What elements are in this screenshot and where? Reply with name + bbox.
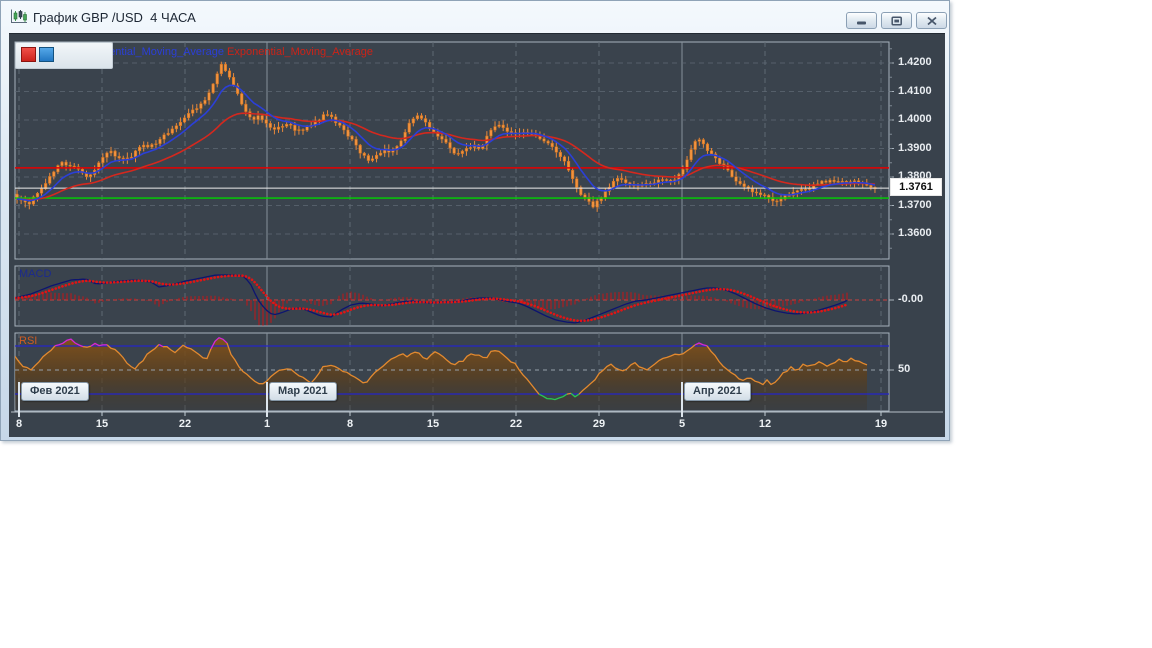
time-axis-label: 8 bbox=[4, 418, 34, 430]
maximize-icon bbox=[891, 16, 903, 26]
month-label: Мар 2021 bbox=[269, 382, 337, 401]
legend-blue-swatch[interactable] bbox=[39, 47, 54, 62]
legend-red-swatch[interactable] bbox=[21, 47, 36, 62]
rsi-axis-value: 50 bbox=[898, 363, 910, 375]
chart-canvas[interactable] bbox=[9, 34, 945, 437]
time-axis-label: 15 bbox=[418, 418, 448, 430]
time-axis-label: 12 bbox=[750, 418, 780, 430]
macd-axis-value: -0.00 bbox=[898, 293, 923, 305]
minimize-button[interactable] bbox=[846, 12, 877, 29]
ema-red-label: Exponential_Moving_Average bbox=[227, 46, 373, 58]
indicator-legend-text: Exponential_Moving_Average Exponential_M… bbox=[78, 46, 373, 58]
close-icon bbox=[927, 16, 937, 25]
price-axis-label: 1.4200 bbox=[898, 56, 946, 68]
price-axis-label: 1.3900 bbox=[898, 142, 946, 154]
time-axis-label: 5 bbox=[667, 418, 697, 430]
candlestick-chart-icon bbox=[9, 9, 29, 25]
month-label: Фев 2021 bbox=[21, 382, 89, 401]
minimize-icon bbox=[856, 16, 868, 25]
time-axis-label: 29 bbox=[584, 418, 614, 430]
current-price-badge: 1.3761 bbox=[890, 178, 942, 196]
month-label: Апр 2021 bbox=[684, 382, 751, 401]
price-axis-label: 1.4000 bbox=[898, 113, 946, 125]
maximize-button[interactable] bbox=[881, 12, 912, 29]
time-axis-label: 15 bbox=[87, 418, 117, 430]
price-axis-label: 1.3600 bbox=[898, 227, 946, 239]
time-axis-label: 22 bbox=[501, 418, 531, 430]
rsi-pane-label: RSI bbox=[19, 335, 37, 347]
price-axis-label: 1.3700 bbox=[898, 199, 946, 211]
close-button[interactable] bbox=[916, 12, 947, 29]
macd-pane-label: MACD bbox=[19, 268, 51, 280]
title-bar[interactable]: График GBP /USD 4 ЧАСА bbox=[1, 1, 949, 33]
window-title: График GBP /USD 4 ЧАСА bbox=[33, 10, 196, 25]
time-axis-label: 19 bbox=[866, 418, 896, 430]
chart-content-area: Exponential_Moving_Average Exponential_M… bbox=[9, 33, 945, 437]
time-axis-label: 22 bbox=[170, 418, 200, 430]
price-axis-label: 1.4100 bbox=[898, 85, 946, 97]
time-axis-label: 8 bbox=[335, 418, 365, 430]
time-axis-label: 1 bbox=[252, 418, 282, 430]
chart-window: График GBP /USD 4 ЧАСА Exponential_Movin… bbox=[0, 0, 950, 441]
legend-panel bbox=[15, 42, 113, 69]
